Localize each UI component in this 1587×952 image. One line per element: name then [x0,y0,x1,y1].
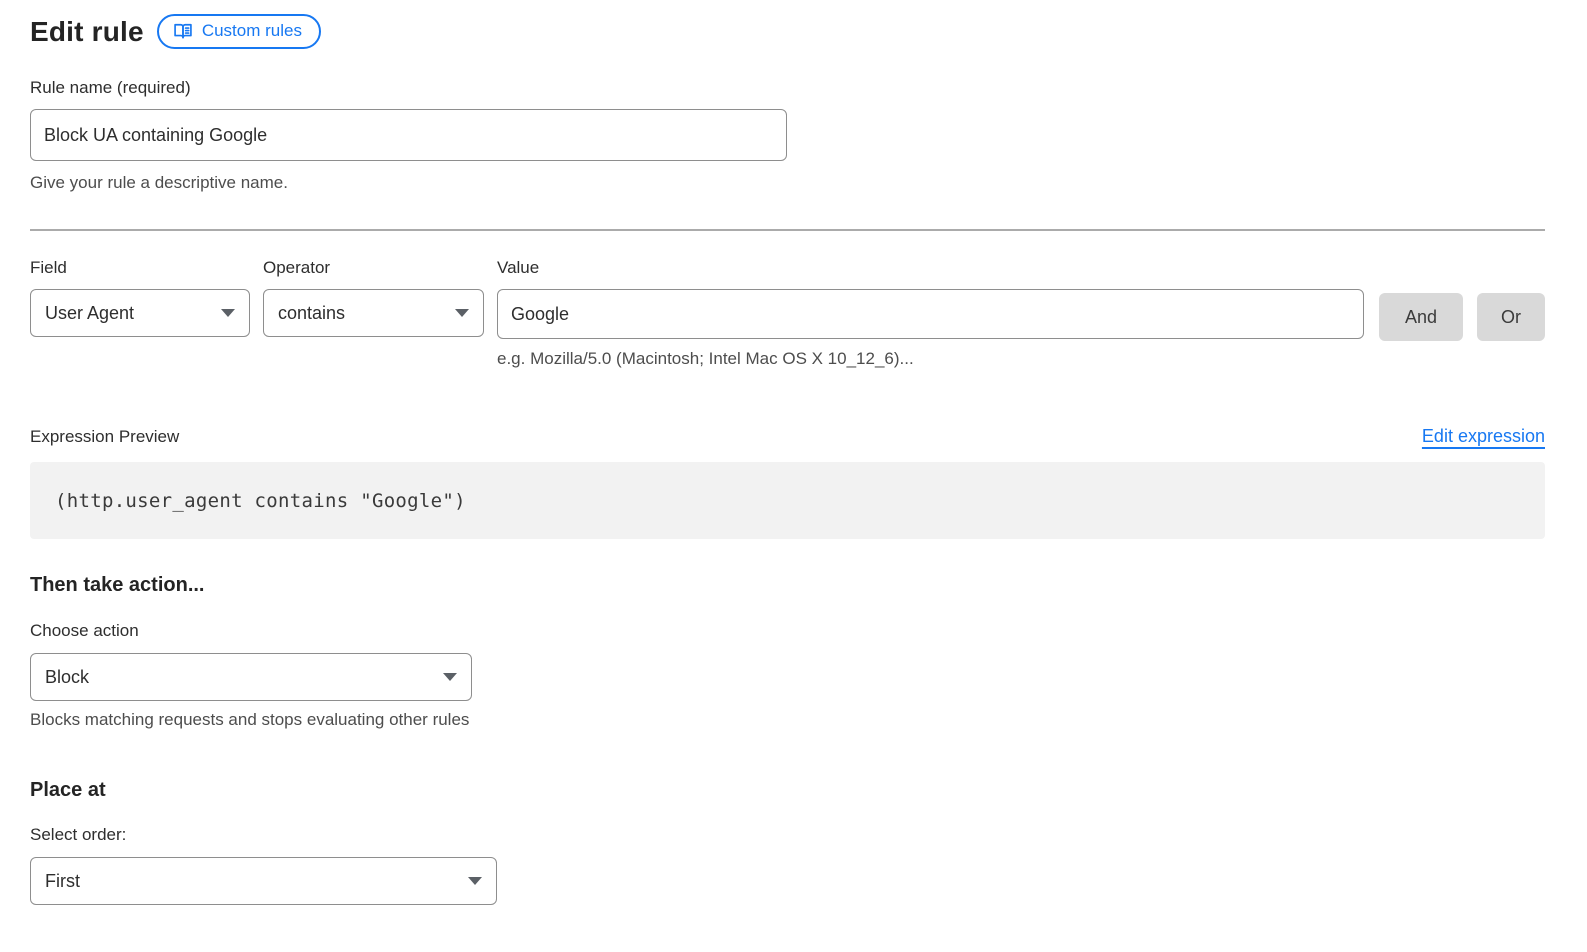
expression-preview-label: Expression Preview [30,427,179,447]
choose-action-label: Choose action [30,621,1545,641]
rule-name-input[interactable] [30,109,787,161]
value-column: Value e.g. Mozilla/5.0 (Macintosh; Intel… [497,258,1364,369]
custom-rules-button-label: Custom rules [202,21,302,41]
value-label: Value [497,258,1364,278]
operator-column: Operator contains [263,258,484,337]
rule-name-help: Give your rule a descriptive name. [30,173,1545,193]
page-header: Edit rule Custom rules [30,14,1545,49]
book-icon [173,21,193,41]
order-select[interactable]: First [30,857,497,905]
action-section: Then take action... Choose action Block … [30,574,1545,730]
edit-expression-link[interactable]: Edit expression [1422,426,1545,447]
field-select[interactable]: User Agent [30,289,250,337]
operator-label: Operator [263,258,484,278]
field-select-value: User Agent [45,303,134,324]
value-input[interactable] [497,289,1364,339]
operator-select-value: contains [278,303,345,324]
value-help: e.g. Mozilla/5.0 (Macintosh; Intel Mac O… [497,349,1364,369]
action-heading: Then take action... [30,574,1545,597]
caret-down-icon [443,673,457,681]
action-select-value: Block [45,667,89,688]
placement-section: Place at Select order: First [30,779,1545,905]
or-button[interactable]: Or [1477,293,1545,341]
action-help: Blocks matching requests and stops evalu… [30,710,1545,730]
rule-name-section: Rule name (required) Give your rule a de… [30,78,1545,193]
expression-builder: Field User Agent Operator contains Value… [30,258,1545,369]
caret-down-icon [221,309,235,317]
and-button[interactable]: And [1379,293,1463,341]
rule-name-label: Rule name (required) [30,78,1545,98]
expression-preview-code: (http.user_agent contains "Google") [30,462,1545,539]
expression-code-text: (http.user_agent contains "Google") [55,490,466,512]
order-select-value: First [45,871,80,892]
operator-select[interactable]: contains [263,289,484,337]
field-label: Field [30,258,250,278]
expression-preview-header: Expression Preview Edit expression [30,426,1545,447]
custom-rules-button[interactable]: Custom rules [157,14,321,49]
place-at-heading: Place at [30,779,1545,802]
action-select[interactable]: Block [30,653,472,701]
caret-down-icon [455,309,469,317]
field-column: Field User Agent [30,258,250,337]
edit-rule-page: Edit rule Custom rules Rule name (requir… [0,0,1587,905]
select-order-label: Select order: [30,825,1545,845]
caret-down-icon [468,877,482,885]
page-title: Edit rule [30,16,144,48]
section-divider [30,229,1545,231]
